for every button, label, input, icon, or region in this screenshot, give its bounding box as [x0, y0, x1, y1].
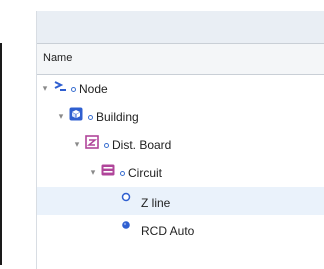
tree-row-label: Circuit [128, 166, 163, 180]
collapse-arrow-icon[interactable]: ▾ [89, 165, 97, 179]
status-dot-icon [88, 115, 93, 120]
status-dot-icon [120, 171, 125, 176]
tree-row-label: Z line [141, 196, 171, 210]
column-header-name[interactable]: Name [37, 43, 324, 75]
circuit-icon [101, 163, 115, 177]
tree-row-label: Node [79, 82, 108, 96]
collapse-arrow-icon[interactable]: ▾ [57, 109, 65, 123]
status-dot-icon [104, 143, 109, 148]
status-dot-icon [71, 87, 76, 92]
collapse-arrow-icon[interactable]: ▾ [41, 81, 49, 95]
tree-row-dist-board[interactable]: ▾ Dist. Board [37, 131, 324, 159]
tree-panel: Name ▾ Node ▾ Building ▾ Dist. Board ▾ C… [36, 11, 324, 269]
tree-row-label: Building [96, 110, 139, 124]
tree-row-building[interactable]: ▾ Building [37, 103, 324, 131]
window-edge [0, 43, 2, 265]
tree-row-circuit[interactable]: ▾ Circuit [37, 159, 324, 187]
collapse-arrow-icon[interactable]: ▾ [73, 137, 81, 151]
building-cube-icon [69, 107, 83, 121]
tree-row-z-line[interactable]: Z line [37, 187, 324, 215]
tree-row-rcd-auto[interactable]: RCD Auto [37, 215, 324, 243]
tree-row-node[interactable]: ▾ Node [37, 75, 324, 103]
test-open-circle-icon [119, 190, 133, 204]
tree-row-label: RCD Auto [141, 224, 195, 238]
tree-row-label: Dist. Board [112, 138, 172, 152]
distribution-board-icon [85, 135, 99, 149]
panel-toolbar-area [37, 11, 324, 43]
node-prompt-icon [53, 79, 67, 93]
test-filled-circle-icon [119, 218, 133, 232]
column-header-label: Name [43, 52, 73, 64]
